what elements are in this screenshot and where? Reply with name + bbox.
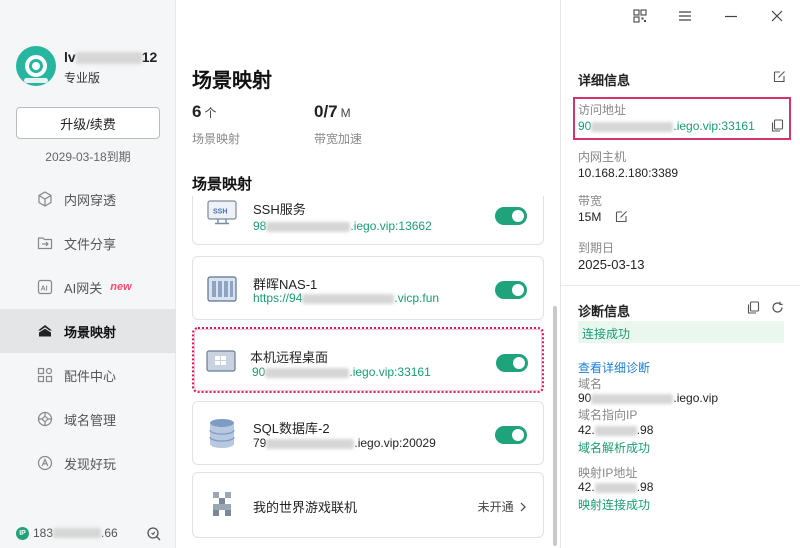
sidebar-item-intranet[interactable]: 内网穿透 [0, 177, 176, 221]
minecraft-icon [207, 491, 237, 521]
public-ip: IP 183.66 [16, 526, 118, 540]
access-label: 访问地址 [578, 103, 627, 117]
sidebar-item-label: 发现好玩 [64, 456, 117, 472]
sidebar-item-label: 域名管理 [64, 412, 117, 428]
domain-label: 域名 [578, 377, 603, 391]
sidebar-item-label: AI网关 [64, 280, 103, 296]
scene-address[interactable]: 98 .iego.vip:13662 [253, 219, 432, 233]
diagnosis-title: 诊断信息 [578, 304, 631, 319]
svg-text:AI: AI [41, 285, 48, 292]
scene-card-nas[interactable]: 群晖NAS-1 https://94 .vicp.fun [192, 256, 544, 320]
domain-value: 90 .iego.vip [578, 391, 719, 405]
ssh-icon: SSH [207, 197, 237, 227]
sidebar-item-accessories[interactable]: 配件中心 [0, 353, 176, 397]
search-ip-icon[interactable] [146, 526, 162, 547]
sidebar-item-label: 场景映射 [64, 324, 117, 340]
access-address[interactable]: 90 .iego.vip:33161 [578, 119, 755, 133]
list-scrollbar[interactable] [553, 306, 557, 546]
detail-title: 详细信息 [578, 73, 631, 88]
domain-ip-label: 域名指向IP [578, 408, 638, 422]
enable-toggle[interactable] [495, 207, 527, 225]
detail-panel: 详细信息 访问地址 90 .iego.vip:33161 内网主机 10.168.… [560, 0, 800, 548]
sidebar-item-discover[interactable]: 发现好玩 [0, 441, 176, 485]
discover-icon [36, 454, 54, 472]
scene-name: SQL数据库-2 [253, 421, 330, 436]
expire-date: 2029-03-18到期 [45, 150, 131, 164]
sidebar-item-label: 内网穿透 [64, 192, 117, 208]
sidebar-item-ai-gateway[interactable]: AI AI网关 new [0, 265, 176, 309]
remote-desktop-icon [206, 346, 236, 376]
scene-icon [36, 322, 54, 340]
divider [561, 285, 800, 286]
scene-card-ssh[interactable]: SSH SSH服务 98 .iego.vip:13662 [192, 196, 544, 245]
sidebar-item-file-share[interactable]: 文件分享 [0, 221, 176, 265]
bandwidth-label: 带宽 [578, 194, 603, 208]
upgrade-button[interactable]: 升级/续费 [16, 107, 160, 139]
stat-bandwidth: 0/7 M 带宽加速 [314, 102, 363, 146]
cube-icon [36, 190, 54, 208]
scene-address[interactable]: https://94 .vicp.fun [253, 291, 439, 305]
globe-icon [36, 410, 54, 428]
not-activated-link[interactable]: 未开通 [478, 498, 527, 515]
sidebar: lv 12 专业版 升级/续费 2029-03-18到期 内网穿透 文件分享 AI… [0, 0, 176, 548]
new-badge: new [110, 281, 132, 293]
edition-label: 专业版 [64, 71, 101, 85]
sidebar-item-label: 配件中心 [64, 368, 117, 384]
bandwidth-value: 15M [578, 210, 602, 224]
chevron-right-icon [517, 500, 527, 514]
copy-diagnosis-icon[interactable] [747, 301, 760, 314]
edit-bandwidth-icon[interactable] [615, 210, 628, 223]
grid-icon [36, 366, 54, 384]
sidebar-item-label: 文件分享 [64, 236, 117, 252]
database-icon [207, 418, 237, 448]
scene-card-remote-desktop[interactable]: 本机远程桌面 90 .iego.vip:33161 [192, 327, 544, 393]
app-logo-avatar[interactable] [16, 46, 56, 86]
expire-label: 到期日 [578, 241, 615, 255]
mapped-ip-value: 42. .98 [578, 480, 654, 494]
sidebar-item-domain[interactable]: 域名管理 [0, 397, 176, 441]
scene-card-minecraft[interactable]: 我的世界游戏联机 未开通 [192, 472, 544, 538]
scene-list: SSH SSH服务 98 .iego.vip:13662 群晖NAS-1 http… [192, 196, 544, 548]
ssh-icon-text: SSH [213, 209, 227, 216]
mapped-ip-status: 映射连接成功 [578, 498, 651, 512]
scene-address[interactable]: 90 .iego.vip:33161 [252, 365, 431, 379]
domain-ip-status: 域名解析成功 [578, 441, 651, 455]
detail-diagnosis-link[interactable]: 查看详细诊断 [578, 359, 650, 376]
expire-value: 2025-03-13 [578, 257, 645, 272]
mapped-ip-label: 映射IP地址 [578, 466, 638, 480]
ai-icon: AI [36, 278, 54, 296]
stat-scene-count: 6个 场景映射 [192, 102, 241, 146]
scene-name: 我的世界游戏联机 [253, 500, 358, 515]
folder-share-icon [36, 234, 54, 252]
host-label: 内网主机 [578, 150, 627, 164]
username: lv 12 [64, 49, 158, 65]
domain-ip-value: 42. .98 [578, 423, 654, 437]
main-content: 场景映射 6个 场景映射 0/7 M 带宽加速 场景映射 SSH SSH服务 98… [176, 0, 560, 548]
enable-toggle[interactable] [495, 281, 527, 299]
host-value: 10.168.2.180:3389 [578, 166, 679, 180]
diagnosis-status: 连接成功 [582, 327, 631, 341]
sidebar-nav: 内网穿透 文件分享 AI AI网关 new 场景映射 配件中心 域名管理 发现好… [0, 177, 176, 485]
enable-toggle[interactable] [495, 426, 527, 444]
scene-name: 本机远程桌面 [250, 350, 329, 365]
edit-icon[interactable] [773, 70, 786, 83]
nas-icon [207, 274, 237, 304]
enable-toggle[interactable] [496, 354, 528, 372]
section-title: 场景映射 [192, 176, 253, 193]
scene-name: SSH服务 [253, 202, 306, 217]
sidebar-item-scene-mapping[interactable]: 场景映射 [0, 309, 176, 353]
ip-icon: IP [16, 526, 29, 540]
copy-icon[interactable] [771, 119, 784, 132]
refresh-icon[interactable] [771, 301, 784, 314]
scene-address[interactable]: 79 .iego.vip:20029 [253, 436, 436, 450]
scene-card-sql[interactable]: SQL数据库-2 79 .iego.vip:20029 [192, 401, 544, 465]
page-title: 场景映射 [192, 70, 272, 92]
